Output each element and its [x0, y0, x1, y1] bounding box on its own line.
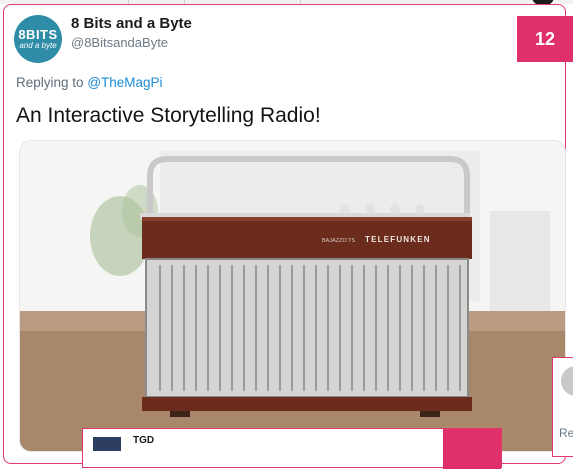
tweet-text: An Interactive Storytelling Radio!: [16, 104, 321, 127]
next-card-badge: [443, 429, 501, 469]
side-card-reply-text: Re: [559, 426, 573, 440]
radio-brand-label: TELEFUNKEN: [365, 235, 431, 244]
next-tweet-card[interactable]: TGD: [82, 428, 502, 469]
radio-photo: BAJAZZO TS TELEFUNKEN: [20, 141, 565, 451]
user-handle[interactable]: @8BitsandaByte: [71, 35, 168, 50]
display-name[interactable]: 8 Bits and a Byte: [71, 15, 192, 32]
avatar-logo-text: 8BITS: [18, 26, 58, 42]
tweet-media-photo[interactable]: BAJAZZO TS TELEFUNKEN: [19, 140, 566, 452]
side-tweet-card[interactable]: Re: [552, 357, 573, 457]
tweet-card[interactable]: 8BITS and a byte 8 Bits and a Byte @8Bit…: [3, 4, 573, 464]
reply-prefix: Replying to: [16, 75, 84, 90]
next-card-name: TGD: [133, 435, 155, 446]
radio-model-label: BAJAZZO TS: [322, 238, 356, 244]
side-avatar: [561, 366, 573, 396]
page-number-badge: 12: [517, 16, 573, 62]
replying-to: Replying to @TheMagPi: [16, 75, 163, 90]
avatar[interactable]: 8BITS and a byte: [14, 15, 62, 63]
avatar-logo-subtext: and a byte: [19, 40, 57, 50]
reply-mention-link[interactable]: @TheMagPi: [87, 75, 162, 90]
tgd-logo-icon: [93, 437, 121, 451]
